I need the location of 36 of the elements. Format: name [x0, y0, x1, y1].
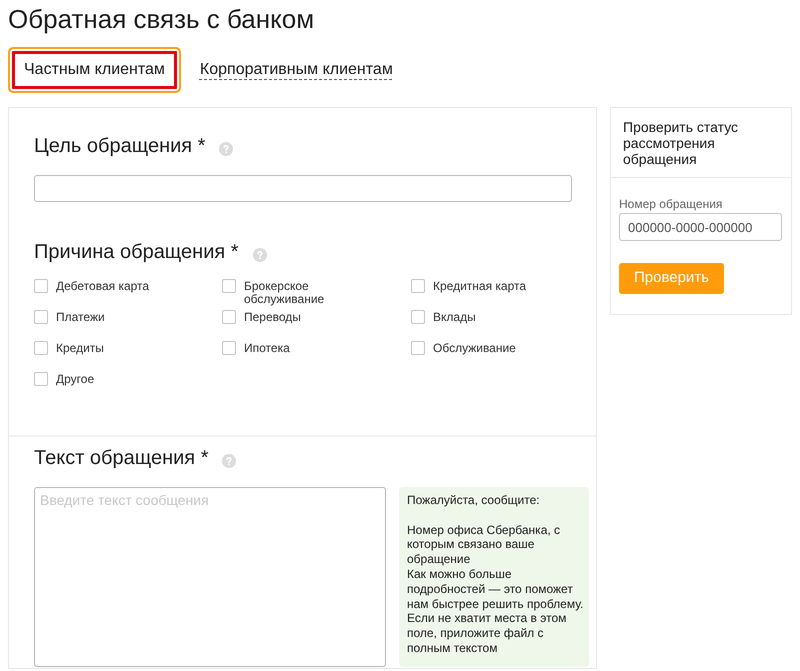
tab[interactable]: Частным клиентам	[8, 47, 181, 93]
checkbox[interactable]	[34, 310, 48, 324]
checkbox-label[interactable]: Кредиты	[56, 341, 104, 355]
checkbox[interactable]	[411, 341, 425, 355]
checkbox-label[interactable]: Переводы	[244, 310, 301, 324]
checkbox-label[interactable]: Брокерское обслуживание	[244, 279, 364, 306]
checkbox-label[interactable]: Дебетовая карта	[56, 279, 150, 293]
checkbox[interactable]	[222, 310, 236, 324]
checkbox-label[interactable]: Другое	[56, 372, 94, 386]
purpose-field[interactable]	[34, 175, 572, 202]
field-label: Номер обращения	[619, 197, 724, 211]
hint-text: Как можно больше подробностей — это поможет нам быстрее решить проблему.	[407, 566, 584, 612]
checkbox-label[interactable]: Вклады	[433, 310, 476, 324]
checkbox-label[interactable]: Платежи	[56, 310, 105, 324]
hint-text: Пожалуйста, сообщите:	[407, 493, 541, 508]
help-icon[interactable]	[219, 142, 234, 156]
checkbox[interactable]	[411, 310, 425, 324]
help-icon[interactable]	[222, 454, 236, 468]
checkbox-label[interactable]: Ипотека	[244, 341, 290, 355]
checkbox[interactable]	[34, 341, 48, 355]
help-icon[interactable]	[252, 248, 267, 262]
section-heading: Цель обращения *	[34, 134, 206, 158]
hint-text: Если не хватит места в этом поле, приложите файл с полным текстом	[407, 611, 568, 656]
checkbox[interactable]	[34, 372, 48, 386]
section-heading: Текст обращения *	[34, 446, 208, 470]
section-heading: Причина обращения *	[34, 240, 239, 264]
checkbox-label[interactable]: Обслуживание	[433, 341, 516, 355]
checkbox[interactable]	[222, 279, 236, 293]
checkbox-label[interactable]: Кредитная карта	[433, 279, 526, 293]
checkbox[interactable]	[34, 279, 48, 293]
page-title: Обратная связь с банком	[8, 4, 316, 34]
hint-text: Номер офиса Сбербанка, с которым связано ваше обращение	[407, 522, 562, 567]
request-number-field[interactable]: 000000-0000-000000	[619, 213, 782, 241]
status-card-title: Проверить статус рассмотрения обращения	[611, 108, 791, 178]
checkbox[interactable]	[411, 279, 425, 293]
checkbox[interactable]	[222, 341, 236, 355]
